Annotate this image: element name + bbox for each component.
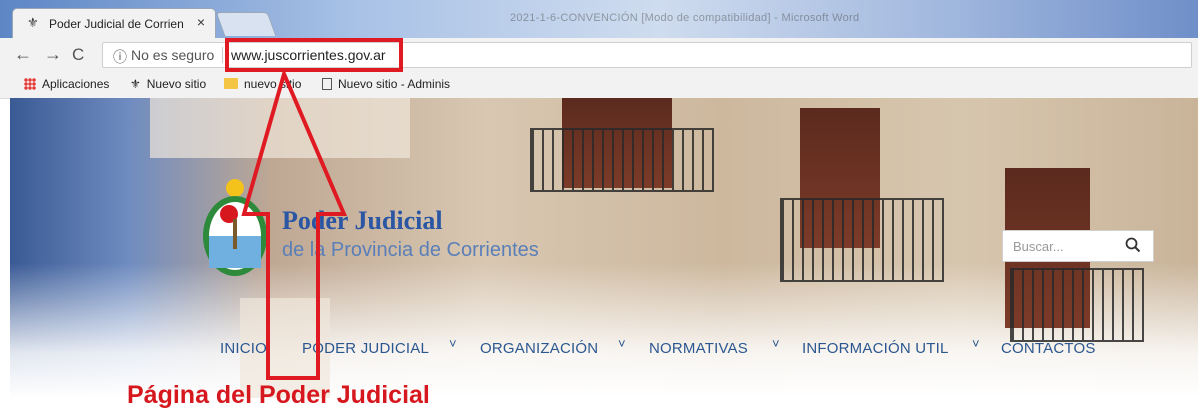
shield-favicon-icon: ⚜ (130, 77, 141, 91)
back-icon[interactable]: ← (14, 44, 32, 65)
url-highlight-box (225, 38, 403, 72)
bookmark-admin[interactable]: Nuevo sitio - Adminis (322, 77, 450, 91)
bookmark-label: Nuevo sitio (146, 77, 207, 91)
reload-icon[interactable]: C (72, 45, 84, 65)
bookmarks-bar: Aplicaciones ⚜ Nuevo sitio nuevo sitio Nu… (0, 72, 1198, 99)
site-title[interactable]: Poder Judicial (282, 206, 443, 236)
menu-item-contactos[interactable]: CONTACTOS (1001, 340, 1096, 357)
bookmark-nuevo-sitio[interactable]: ⚜ Nuevo sitio (130, 77, 206, 91)
window-title: 2021-1-6-CONVENCIÓN [Modo de compatibili… (510, 12, 860, 24)
menu-item-organizacion[interactable]: ORGANIZACIÓN (480, 340, 598, 357)
folder-icon (224, 78, 238, 89)
close-tab-icon[interactable]: × (197, 14, 205, 30)
tab-title: Poder Judicial de Corrien (49, 17, 184, 31)
search-icon[interactable] (1125, 237, 1141, 255)
building-balcony (1010, 268, 1144, 342)
chevron-down-icon[interactable]: ˅ (972, 336, 980, 351)
browser-toolbar: ← → C ⓘ No es seguro www.juscorrientes.g… (0, 38, 1198, 73)
coat-of-arms-icon (203, 179, 267, 276)
chevron-down-icon[interactable]: ˅ (449, 336, 457, 351)
browser-tab[interactable]: ⚜ Poder Judicial de Corrien × (12, 8, 216, 38)
menu-item-inicio[interactable]: INICIO (220, 340, 267, 357)
chevron-down-icon[interactable]: ˅ (618, 336, 626, 351)
site-subtitle: de la Provincia de Corrientes (282, 239, 539, 261)
search-placeholder: Buscar... (1013, 239, 1064, 254)
new-tab-button[interactable] (215, 12, 277, 36)
bookmark-label: Nuevo sitio - Adminis (338, 77, 451, 91)
building-balcony (780, 198, 944, 282)
bookmark-folder-nuevo-sitio[interactable]: nuevo sitio (224, 77, 301, 91)
menu-item-poder-judicial[interactable]: PODER JUDICIAL (302, 340, 429, 357)
forward-icon[interactable]: → (44, 44, 62, 65)
security-status[interactable]: No es seguro (131, 47, 214, 63)
building-balcony (530, 128, 714, 192)
divider (222, 47, 223, 63)
bookmark-label: nuevo sitio (244, 77, 302, 91)
apps-icon (24, 78, 36, 90)
shield-favicon-icon: ⚜ (27, 15, 39, 30)
site-search-input[interactable]: Buscar... (1002, 230, 1154, 262)
browser-tab-strip: ⚜ Poder Judicial de Corrien × 2021-1-6-C… (0, 0, 1198, 38)
info-icon[interactable]: ⓘ (113, 47, 127, 67)
chevron-down-icon[interactable]: ˅ (772, 336, 780, 351)
menu-item-informacion-util[interactable]: INFORMACIÓN UTIL (802, 340, 949, 357)
bookmark-apps[interactable]: Aplicaciones (24, 77, 109, 91)
building-cornice (150, 98, 410, 158)
page-icon (322, 78, 332, 90)
bookmark-label: Aplicaciones (42, 77, 110, 91)
menu-item-normativas[interactable]: NORMATIVAS (649, 340, 748, 357)
hero-banner: Poder Judicial de la Provincia de Corrie… (10, 98, 1198, 398)
annotation-caption: Página del Poder Judicial (127, 381, 430, 409)
